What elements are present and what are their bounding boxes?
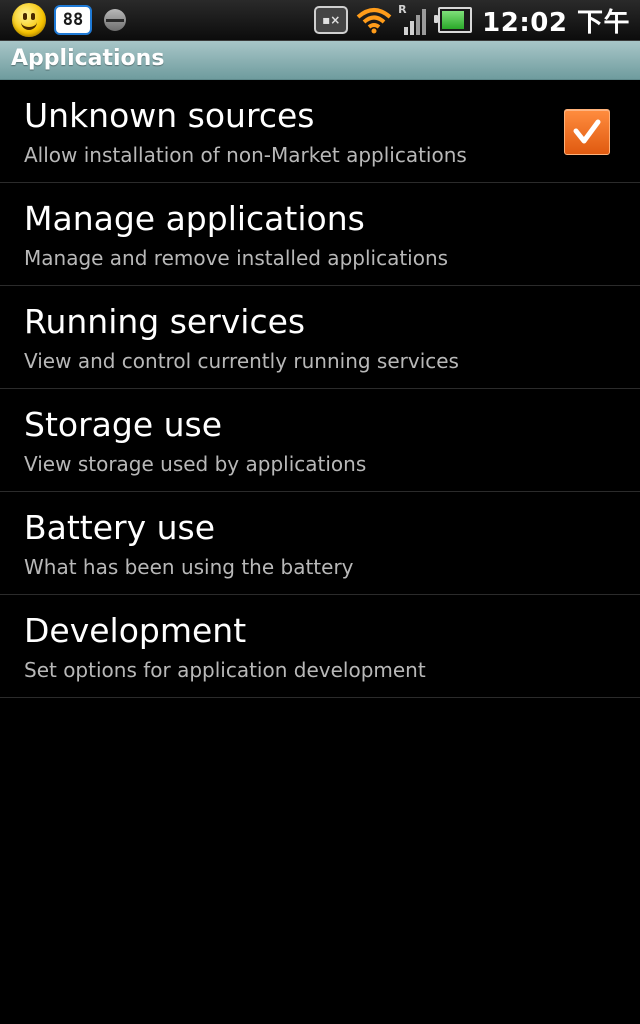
status-bar-system: ▪× R 12:02 下午 — [314, 0, 630, 40]
setting-title: Unknown sources — [24, 96, 315, 135]
signal-icon: R — [398, 3, 432, 35]
unknown-sources-checkbox[interactable] — [564, 109, 610, 155]
setting-title: Development — [24, 611, 247, 650]
wifi-icon — [356, 8, 392, 34]
settings-list: Unknown sources Allow installation of no… — [0, 80, 640, 698]
setting-item-storage-use[interactable]: Storage use View storage used by applica… — [0, 389, 640, 492]
battery-icon — [434, 7, 473, 33]
title-bar: Applications — [0, 41, 640, 80]
setting-title: Storage use — [24, 405, 223, 444]
setting-item-development[interactable]: Development Set options for application … — [0, 595, 640, 698]
roaming-indicator: R — [398, 3, 407, 16]
setting-summary: View and control currently running servi… — [24, 349, 459, 373]
status-bar: 88 ▪× R 12:02 下午 — [0, 0, 640, 41]
checkmark-icon — [573, 119, 601, 144]
setting-item-manage-applications[interactable]: Manage applications Manage and remove in… — [0, 183, 640, 286]
setting-title: Manage applications — [24, 199, 365, 238]
setting-item-battery-use[interactable]: Battery use What has been using the batt… — [0, 492, 640, 595]
status-clock: 12:02 下午 — [482, 7, 630, 38]
notification-badge-icon: 88 — [54, 5, 92, 35]
setting-item-running-services[interactable]: Running services View and control curren… — [0, 286, 640, 389]
setting-summary: View storage used by applications — [24, 452, 367, 476]
page-title: Applications — [11, 46, 165, 71]
setting-summary: What has been using the battery — [24, 555, 354, 579]
setting-summary: Set options for application development — [24, 658, 426, 682]
setting-summary: Manage and remove installed applications — [24, 246, 449, 270]
setting-item-unknown-sources[interactable]: Unknown sources Allow installation of no… — [0, 80, 640, 183]
status-bar-notifications: 88 — [12, 0, 126, 40]
setting-summary: Allow installation of non-Market applica… — [24, 143, 467, 167]
gamepad-icon: ▪× — [314, 6, 349, 34]
setting-title: Battery use — [24, 508, 216, 547]
setting-title: Running services — [24, 302, 306, 341]
cloud-sync-icon — [104, 9, 126, 31]
smiley-icon — [12, 3, 46, 37]
